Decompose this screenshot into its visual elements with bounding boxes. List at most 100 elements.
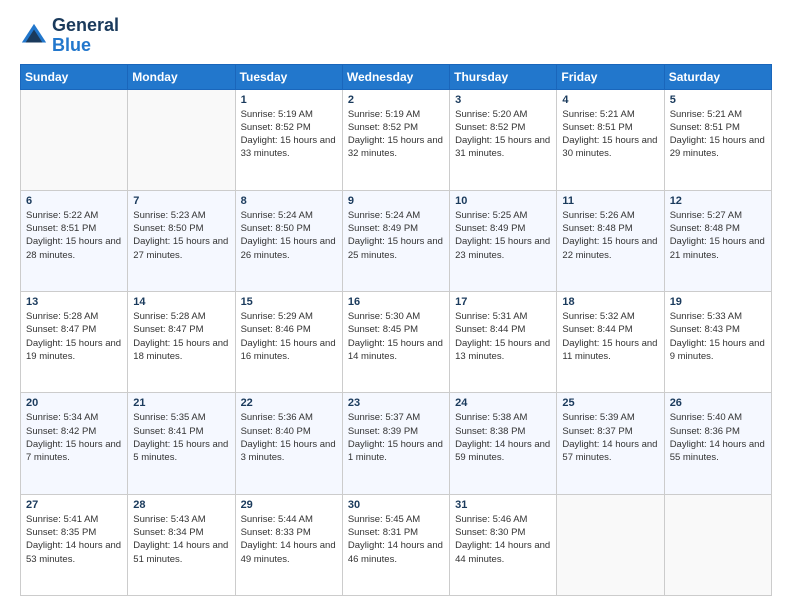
day-info: Sunrise: 5:33 AMSunset: 8:43 PMDaylight:… <box>670 310 766 363</box>
calendar-cell: 12 Sunrise: 5:27 AMSunset: 8:48 PMDayligh… <box>664 190 771 291</box>
calendar-cell: 19 Sunrise: 5:33 AMSunset: 8:43 PMDayligh… <box>664 292 771 393</box>
calendar-cell <box>557 494 664 595</box>
day-info: Sunrise: 5:37 AMSunset: 8:39 PMDaylight:… <box>348 411 444 464</box>
day-number: 4 <box>562 94 658 106</box>
calendar-cell: 9Sunrise: 5:24 AMSunset: 8:49 PMDaylight… <box>342 190 449 291</box>
day-number: 27 <box>26 499 122 511</box>
day-number: 11 <box>562 195 658 207</box>
day-info: Sunrise: 5:23 AMSunset: 8:50 PMDaylight:… <box>133 209 229 262</box>
day-info: Sunrise: 5:46 AMSunset: 8:30 PMDaylight:… <box>455 513 551 566</box>
calendar-table: SundayMondayTuesdayWednesdayThursdayFrid… <box>20 64 772 596</box>
calendar-cell: 20 Sunrise: 5:34 AMSunset: 8:42 PMDayligh… <box>21 393 128 494</box>
calendar-cell: 29 Sunrise: 5:44 AMSunset: 8:33 PMDayligh… <box>235 494 342 595</box>
day-number: 7 <box>133 195 229 207</box>
day-info: Sunrise: 5:29 AMSunset: 8:46 PMDaylight:… <box>241 310 337 363</box>
logo-icon <box>20 22 48 50</box>
day-info: Sunrise: 5:44 AMSunset: 8:33 PMDaylight:… <box>241 513 337 566</box>
day-info: Sunrise: 5:28 AMSunset: 8:47 PMDaylight:… <box>133 310 229 363</box>
day-info: Sunrise: 5:36 AMSunset: 8:40 PMDaylight:… <box>241 411 337 464</box>
calendar-cell: 24 Sunrise: 5:38 AMSunset: 8:38 PMDayligh… <box>450 393 557 494</box>
calendar-cell: 3 Sunrise: 5:20 AMSunset: 8:52 PMDaylight… <box>450 89 557 190</box>
day-header-friday: Friday <box>557 64 664 89</box>
day-info: Sunrise: 5:38 AMSunset: 8:38 PMDaylight:… <box>455 411 551 464</box>
day-number: 15 <box>241 296 337 308</box>
calendar-cell <box>21 89 128 190</box>
day-info: Sunrise: 5:27 AMSunset: 8:48 PMDaylight:… <box>670 209 766 262</box>
calendar-cell: 16Sunrise: 5:30 AMSunset: 8:45 PMDayligh… <box>342 292 449 393</box>
calendar-cell: 21 Sunrise: 5:35 AMSunset: 8:41 PMDayligh… <box>128 393 235 494</box>
day-header-tuesday: Tuesday <box>235 64 342 89</box>
calendar-week-row: 13 Sunrise: 5:28 AMSunset: 8:47 PMDayligh… <box>21 292 772 393</box>
day-header-sunday: Sunday <box>21 64 128 89</box>
calendar-week-row: 1Sunrise: 5:19 AMSunset: 8:52 PMDaylight… <box>21 89 772 190</box>
day-number: 23 <box>348 397 444 409</box>
day-number: 6 <box>26 195 122 207</box>
day-info: Sunrise: 5:19 AMSunset: 8:52 PMDaylight:… <box>348 108 444 161</box>
calendar-cell: 27 Sunrise: 5:41 AMSunset: 8:35 PMDayligh… <box>21 494 128 595</box>
day-number: 3 <box>455 94 551 106</box>
day-info: Sunrise: 5:34 AMSunset: 8:42 PMDaylight:… <box>26 411 122 464</box>
calendar-cell: 6 Sunrise: 5:22 AMSunset: 8:51 PMDaylight… <box>21 190 128 291</box>
calendar-cell: 10 Sunrise: 5:25 AMSunset: 8:49 PMDayligh… <box>450 190 557 291</box>
day-info: Sunrise: 5:28 AMSunset: 8:47 PMDaylight:… <box>26 310 122 363</box>
day-number: 20 <box>26 397 122 409</box>
day-info: Sunrise: 5:32 AMSunset: 8:44 PMDaylight:… <box>562 310 658 363</box>
day-info: Sunrise: 5:31 AMSunset: 8:44 PMDaylight:… <box>455 310 551 363</box>
page: General Blue SundayMondayTuesdayWednesda… <box>0 0 792 612</box>
day-info: Sunrise: 5:21 AMSunset: 8:51 PMDaylight:… <box>670 108 766 161</box>
day-info: Sunrise: 5:41 AMSunset: 8:35 PMDaylight:… <box>26 513 122 566</box>
logo: General Blue <box>20 16 119 56</box>
calendar-cell: 13 Sunrise: 5:28 AMSunset: 8:47 PMDayligh… <box>21 292 128 393</box>
calendar-cell: 11 Sunrise: 5:26 AMSunset: 8:48 PMDayligh… <box>557 190 664 291</box>
day-number: 26 <box>670 397 766 409</box>
calendar-cell: 5 Sunrise: 5:21 AMSunset: 8:51 PMDaylight… <box>664 89 771 190</box>
day-info: Sunrise: 5:25 AMSunset: 8:49 PMDaylight:… <box>455 209 551 262</box>
day-number: 25 <box>562 397 658 409</box>
day-header-wednesday: Wednesday <box>342 64 449 89</box>
day-number: 30 <box>348 499 444 511</box>
day-number: 21 <box>133 397 229 409</box>
day-info: Sunrise: 5:22 AMSunset: 8:51 PMDaylight:… <box>26 209 122 262</box>
day-number: 10 <box>455 195 551 207</box>
day-number: 16 <box>348 296 444 308</box>
day-number: 13 <box>26 296 122 308</box>
logo-text: General Blue <box>52 16 119 56</box>
day-number: 14 <box>133 296 229 308</box>
day-number: 31 <box>455 499 551 511</box>
calendar-cell: 26 Sunrise: 5:40 AMSunset: 8:36 PMDayligh… <box>664 393 771 494</box>
day-info: Sunrise: 5:40 AMSunset: 8:36 PMDaylight:… <box>670 411 766 464</box>
day-info: Sunrise: 5:21 AMSunset: 8:51 PMDaylight:… <box>562 108 658 161</box>
day-number: 28 <box>133 499 229 511</box>
calendar-cell: 18 Sunrise: 5:32 AMSunset: 8:44 PMDayligh… <box>557 292 664 393</box>
day-info: Sunrise: 5:43 AMSunset: 8:34 PMDaylight:… <box>133 513 229 566</box>
calendar-header-row: SundayMondayTuesdayWednesdayThursdayFrid… <box>21 64 772 89</box>
day-number: 5 <box>670 94 766 106</box>
calendar-cell <box>664 494 771 595</box>
day-number: 29 <box>241 499 337 511</box>
calendar-cell: 17 Sunrise: 5:31 AMSunset: 8:44 PMDayligh… <box>450 292 557 393</box>
calendar-cell <box>128 89 235 190</box>
calendar-cell: 1Sunrise: 5:19 AMSunset: 8:52 PMDaylight… <box>235 89 342 190</box>
day-number: 19 <box>670 296 766 308</box>
day-info: Sunrise: 5:39 AMSunset: 8:37 PMDaylight:… <box>562 411 658 464</box>
day-header-thursday: Thursday <box>450 64 557 89</box>
calendar-cell: 8Sunrise: 5:24 AMSunset: 8:50 PMDaylight… <box>235 190 342 291</box>
day-number: 18 <box>562 296 658 308</box>
day-number: 24 <box>455 397 551 409</box>
day-info: Sunrise: 5:35 AMSunset: 8:41 PMDaylight:… <box>133 411 229 464</box>
calendar-week-row: 6 Sunrise: 5:22 AMSunset: 8:51 PMDaylight… <box>21 190 772 291</box>
day-number: 9 <box>348 195 444 207</box>
day-info: Sunrise: 5:45 AMSunset: 8:31 PMDaylight:… <box>348 513 444 566</box>
calendar-cell: 15 Sunrise: 5:29 AMSunset: 8:46 PMDayligh… <box>235 292 342 393</box>
day-number: 17 <box>455 296 551 308</box>
calendar-cell: 28 Sunrise: 5:43 AMSunset: 8:34 PMDayligh… <box>128 494 235 595</box>
calendar-week-row: 27 Sunrise: 5:41 AMSunset: 8:35 PMDayligh… <box>21 494 772 595</box>
day-info: Sunrise: 5:20 AMSunset: 8:52 PMDaylight:… <box>455 108 551 161</box>
calendar-cell: 22Sunrise: 5:36 AMSunset: 8:40 PMDayligh… <box>235 393 342 494</box>
calendar-cell: 31 Sunrise: 5:46 AMSunset: 8:30 PMDayligh… <box>450 494 557 595</box>
day-header-saturday: Saturday <box>664 64 771 89</box>
calendar-cell: 14 Sunrise: 5:28 AMSunset: 8:47 PMDayligh… <box>128 292 235 393</box>
day-info: Sunrise: 5:26 AMSunset: 8:48 PMDaylight:… <box>562 209 658 262</box>
day-number: 12 <box>670 195 766 207</box>
calendar-cell: 25 Sunrise: 5:39 AMSunset: 8:37 PMDayligh… <box>557 393 664 494</box>
